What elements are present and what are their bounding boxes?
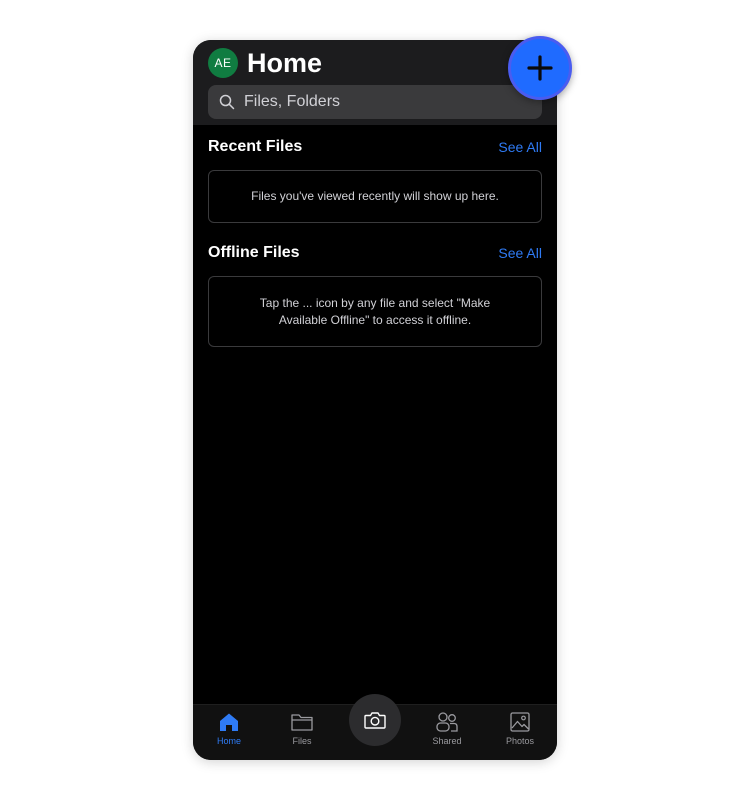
offline-files-empty-message: Tap the ... icon by any file and select … xyxy=(259,295,491,327)
offline-files-see-all-link[interactable]: See All xyxy=(498,245,542,261)
recent-files-title: Recent Files xyxy=(208,138,303,155)
tab-home-label: Home xyxy=(216,736,241,746)
tab-photos[interactable]: Photos xyxy=(490,711,550,746)
home-icon xyxy=(220,713,238,731)
recent-files-empty-message: Files you've viewed recently will show u… xyxy=(251,189,499,203)
search-icon xyxy=(219,94,235,110)
image-icon xyxy=(510,712,530,732)
camera-icon xyxy=(364,712,386,729)
add-button[interactable] xyxy=(508,36,572,100)
search-input[interactable] xyxy=(244,85,534,119)
search-bar[interactable] xyxy=(208,85,542,119)
offline-files-title: Offline Files xyxy=(208,244,300,261)
tab-files-label: Files xyxy=(292,736,312,746)
folder-icon xyxy=(291,714,313,731)
recent-files-empty-state: Files you've viewed recently will show u… xyxy=(208,170,542,223)
offline-files-empty-state: Tap the ... icon by any file and select … xyxy=(208,276,542,347)
phone-screen: AE Home Recent Files See All Files you'v… xyxy=(193,40,557,760)
people-icon xyxy=(436,712,458,732)
page-title: Home xyxy=(247,48,323,78)
tab-shared-label: Shared xyxy=(432,736,462,746)
camera-button[interactable] xyxy=(349,694,401,746)
tab-files[interactable]: Files xyxy=(272,711,332,746)
avatar[interactable]: AE xyxy=(208,48,238,78)
tab-shared[interactable]: Shared xyxy=(417,711,477,746)
recent-files-see-all-link[interactable]: See All xyxy=(498,139,542,155)
tab-home[interactable]: Home xyxy=(199,711,259,746)
app-header: AE Home xyxy=(193,40,557,125)
tab-photos-label: Photos xyxy=(505,736,535,746)
plus-icon xyxy=(527,55,553,81)
